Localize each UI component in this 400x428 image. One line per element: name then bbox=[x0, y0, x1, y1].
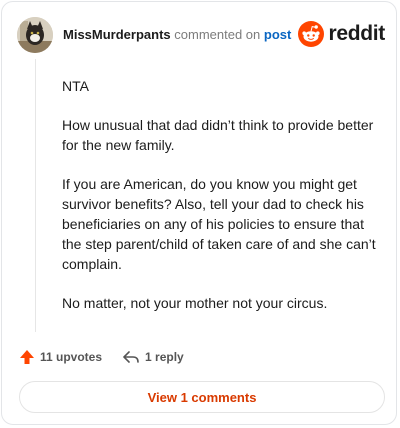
user-avatar[interactable] bbox=[17, 17, 53, 53]
upvote-count: 11 upvotes bbox=[40, 350, 103, 364]
reply-button[interactable]: 1 reply bbox=[122, 349, 184, 365]
view-comments-button[interactable]: View 1 comments bbox=[19, 381, 385, 413]
username-link[interactable]: MissMurderpants bbox=[63, 27, 171, 42]
comment-header: MissMurderpants commented on post reddit bbox=[17, 17, 387, 53]
comment-body: NTA How unusual that dad didn’t think to… bbox=[62, 76, 382, 332]
thread-line[interactable] bbox=[35, 59, 36, 332]
comment-actions: 11 upvotes 1 reply bbox=[19, 347, 184, 367]
reply-arrow-icon bbox=[123, 351, 139, 363]
reply-count: 1 reply bbox=[145, 350, 184, 364]
upvote-button[interactable]: 11 upvotes bbox=[19, 349, 102, 365]
comment-paragraph: NTA bbox=[62, 78, 89, 94]
comment-card: MissMurderpants commented on post reddit… bbox=[1, 1, 397, 425]
reddit-wordmark: reddit bbox=[328, 22, 385, 45]
comment-paragraph: How unusual that dad didn’t think to pro… bbox=[62, 117, 374, 153]
comment-paragraph: If you are American, do you know you mig… bbox=[62, 176, 376, 272]
avatar-image bbox=[17, 17, 53, 53]
reddit-alien-icon bbox=[298, 21, 325, 47]
post-link[interactable]: post bbox=[264, 27, 291, 42]
reddit-logo[interactable]: reddit bbox=[298, 21, 385, 47]
upvote-arrow-icon bbox=[20, 350, 34, 364]
comment-paragraph: No matter, not your mother not your circ… bbox=[62, 295, 328, 311]
comment-meta: MissMurderpants commented on post bbox=[63, 27, 291, 43]
commented-on-label: commented on bbox=[174, 27, 261, 42]
